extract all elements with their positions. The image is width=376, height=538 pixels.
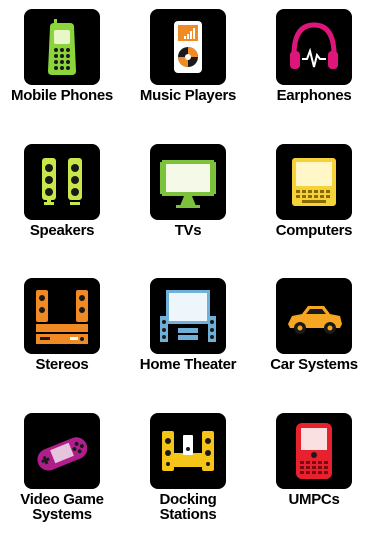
category-label: Stereos xyxy=(35,356,89,373)
earphones-tile[interactable] xyxy=(276,9,352,85)
category-label: TVs xyxy=(174,222,202,239)
speakers-tile[interactable] xyxy=(24,144,100,220)
stereo-icon xyxy=(36,290,88,344)
category-music-players[interactable]: Music Players xyxy=(126,0,250,130)
music-player-icon xyxy=(174,21,202,73)
mobile-phone-tile[interactable] xyxy=(24,9,100,85)
car-tile[interactable] xyxy=(276,278,352,354)
home-theater-tile[interactable] xyxy=(150,278,226,354)
umpc-icon xyxy=(296,423,332,479)
category-label: Computers xyxy=(275,222,353,239)
category-label: Video Game Systems xyxy=(20,492,104,523)
category-label: Music Players xyxy=(139,87,237,104)
category-mobile-phones[interactable]: Mobile Phones xyxy=(0,0,124,130)
tv-tile[interactable] xyxy=(150,144,226,220)
category-computers[interactable]: Computers xyxy=(252,135,376,265)
category-label: Docking Stations xyxy=(159,492,216,522)
game-console-icon xyxy=(37,437,88,471)
earphones-icon xyxy=(290,22,338,69)
car-icon xyxy=(288,306,342,334)
category-car-systems[interactable]: Car Systems xyxy=(252,269,376,399)
category-label: Car Systems xyxy=(270,356,358,373)
category-label: UMPCs xyxy=(288,491,340,508)
category-home-theater[interactable]: Home Theater xyxy=(126,269,250,399)
docking-station-icon xyxy=(162,431,214,471)
category-stereos[interactable]: Stereos xyxy=(0,269,124,399)
category-tvs[interactable]: TVs xyxy=(126,135,250,265)
home-theater-icon xyxy=(160,290,216,342)
category-docking-stations[interactable]: Docking Stations xyxy=(126,404,250,534)
docking-station-tile[interactable] xyxy=(150,413,226,489)
mobile-phone-icon xyxy=(48,19,76,75)
computer-tile[interactable] xyxy=(276,144,352,220)
category-speakers[interactable]: Speakers xyxy=(0,135,124,265)
category-label-line2: Systems xyxy=(32,506,92,523)
category-label: Mobile Phones xyxy=(11,87,113,104)
category-video-game-systems[interactable]: Video Game Systems xyxy=(0,404,124,534)
category-label-line2: Stations xyxy=(159,506,217,523)
category-label: Earphones xyxy=(276,87,352,104)
umpc-tile[interactable] xyxy=(276,413,352,489)
music-player-tile[interactable] xyxy=(150,9,226,85)
category-label: Speakers xyxy=(29,222,95,239)
game-console-tile[interactable] xyxy=(24,413,100,489)
category-grid: Mobile Phones Music Players Earphones Sp… xyxy=(0,0,376,538)
category-umpcs[interactable]: UMPCs xyxy=(252,404,376,534)
category-earphones[interactable]: Earphones xyxy=(252,0,376,130)
computer-icon xyxy=(292,158,336,206)
tv-icon xyxy=(160,160,216,208)
stereo-tile[interactable] xyxy=(24,278,100,354)
category-label: Home Theater xyxy=(139,356,237,373)
speakers-icon xyxy=(42,158,82,205)
